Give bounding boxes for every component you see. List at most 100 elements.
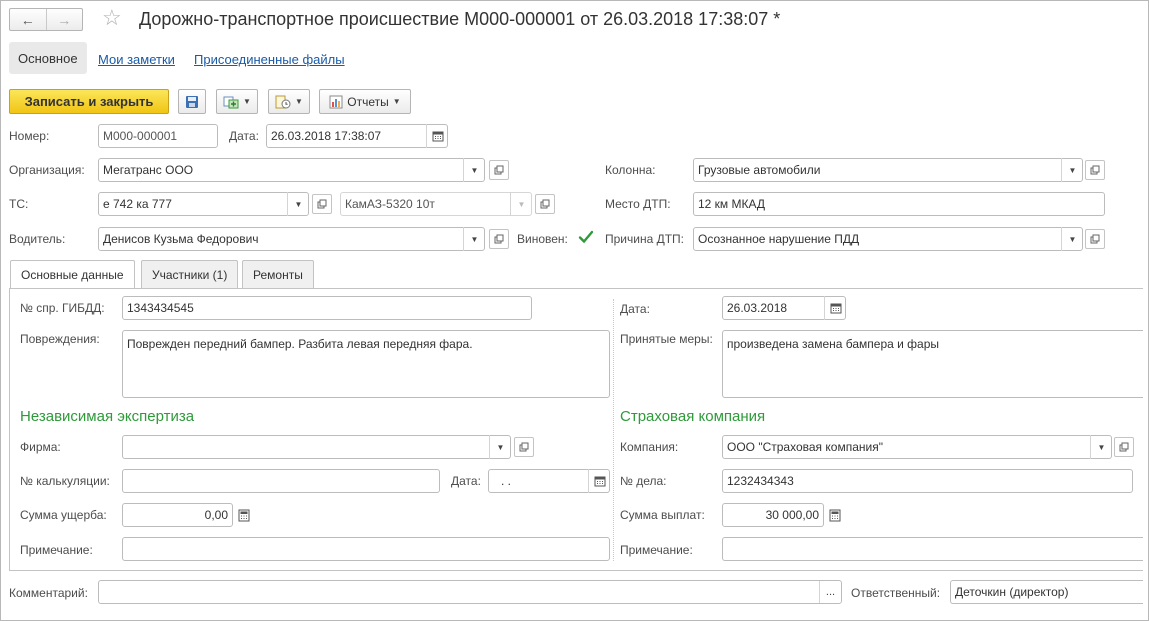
calc-number-field[interactable]: [122, 469, 440, 493]
number-field[interactable]: М000-000001: [98, 124, 218, 148]
date-field[interactable]: 26.03.2018 17:38:07: [266, 124, 448, 148]
chevron-down-icon[interactable]: ▼: [463, 158, 485, 182]
comment-field[interactable]: [98, 580, 842, 604]
damage-textarea[interactable]: Поврежден передний бампер. Разбита левая…: [122, 330, 610, 398]
open-link-icon[interactable]: [1114, 437, 1134, 457]
driver-label: Водитель:: [9, 232, 66, 246]
calculator-icon[interactable]: [826, 506, 844, 524]
open-link-icon[interactable]: [535, 194, 555, 214]
driver-field[interactable]: Денисов Кузьма Федорович: [98, 227, 485, 251]
payout-field[interactable]: 30 000,00: [722, 503, 824, 527]
tab-participants[interactable]: Участники (1): [141, 260, 239, 288]
gibdd-field[interactable]: 1343434545: [122, 296, 532, 320]
payout-value: 30 000,00: [765, 508, 819, 522]
report-chart-icon: [329, 95, 343, 108]
firm-label: Фирма:: [20, 440, 61, 454]
date-value: 26.03.2018 17:38:07: [271, 129, 382, 143]
accident-place-field[interactable]: 12 км МКАД: [693, 192, 1105, 216]
forward-arrow-icon[interactable]: →: [45, 9, 83, 30]
open-link-icon[interactable]: [514, 437, 534, 457]
measures-textarea[interactable]: произведена замена бампера и фары: [722, 330, 1143, 398]
right-date-value: 26.03.2018: [727, 301, 788, 315]
comment-label: Комментарий:: [9, 586, 88, 600]
nav-buttons: ← →: [9, 8, 83, 31]
case-number-label: № дела:: [620, 474, 667, 488]
reports-label: Отчеты: [347, 94, 389, 109]
driver-value: Денисов Кузьма Федорович: [103, 232, 259, 246]
history-button[interactable]: ▼: [268, 89, 310, 114]
chevron-down-icon[interactable]: ▼: [1061, 158, 1083, 182]
right-date-label: Дата:: [620, 302, 650, 316]
organization-label: Организация:: [9, 163, 85, 177]
vehicle-field[interactable]: е 742 ка 777: [98, 192, 309, 216]
measures-label: Принятые меры:: [620, 332, 713, 346]
insurance-note-field[interactable]: [722, 537, 1143, 561]
insurance-section-title: Страховая компания: [620, 408, 766, 425]
calendar-icon[interactable]: [824, 296, 846, 320]
insurance-company-value: ООО "Страховая компания": [727, 440, 883, 454]
chevron-down-icon[interactable]: ▼: [463, 227, 485, 251]
guilty-checkbox[interactable]: [578, 229, 594, 245]
floppy-disk-icon: [186, 95, 198, 108]
payout-label: Сумма выплат:: [620, 508, 705, 522]
chevron-down-icon: ▼: [243, 97, 251, 106]
date-label: Дата:: [229, 129, 259, 143]
calendar-icon[interactable]: [588, 469, 610, 493]
expertise-note-field[interactable]: [122, 537, 610, 561]
calendar-icon[interactable]: [426, 124, 448, 148]
create-based-on-icon: [223, 96, 239, 108]
accident-reason-label: Причина ДТП:: [605, 232, 685, 246]
column-field[interactable]: Грузовые автомобили: [693, 158, 1083, 182]
tab-main-data[interactable]: Основные данные: [10, 260, 135, 289]
chevron-down-icon[interactable]: ▼: [489, 435, 511, 459]
insurance-note-label: Примечание:: [620, 543, 693, 557]
create-based-on-button[interactable]: ▼: [216, 89, 258, 114]
column-value: Грузовые автомобили: [698, 163, 821, 177]
back-arrow-icon[interactable]: ←: [10, 9, 46, 30]
open-link-icon[interactable]: [1085, 229, 1105, 249]
accident-reason-value: Осознанное нарушение ПДД: [698, 232, 860, 246]
chevron-down-icon: ▼: [295, 97, 303, 106]
tab-repairs[interactable]: Ремонты: [242, 260, 314, 288]
document-clock-icon: [275, 95, 291, 108]
firm-field[interactable]: [122, 435, 511, 459]
accident-place-label: Место ДТП:: [605, 197, 671, 211]
calculator-icon[interactable]: [235, 506, 253, 524]
open-link-icon[interactable]: [489, 229, 509, 249]
chevron-down-icon[interactable]: ▼: [287, 192, 309, 216]
comment-edit-button[interactable]: ...: [819, 581, 841, 603]
vehicle-label: ТС:: [9, 197, 29, 211]
open-link-icon[interactable]: [312, 194, 332, 214]
responsible-value: Деточкин (директор): [955, 585, 1069, 599]
save-button[interactable]: [178, 89, 206, 114]
open-link-icon[interactable]: [489, 160, 509, 180]
save-and-close-button[interactable]: Записать и закрыть: [9, 89, 169, 114]
insurance-company-field[interactable]: ООО "Страховая компания": [722, 435, 1112, 459]
accident-reason-field[interactable]: Осознанное нарушение ПДД: [693, 227, 1083, 251]
chevron-down-icon[interactable]: ▼: [1090, 435, 1112, 459]
gibdd-value: 1343434545: [127, 301, 194, 315]
chevron-down-icon[interactable]: ▼: [1061, 227, 1083, 251]
gibdd-label: № спр. ГИБДД:: [20, 301, 105, 315]
damage-value: Поврежден передний бампер. Разбита левая…: [127, 337, 473, 351]
damage-sum-value: 0,00: [204, 508, 228, 522]
column-label: Колонна:: [605, 163, 656, 177]
tab-attached-files[interactable]: Присоединенные файлы: [194, 52, 345, 67]
organization-field[interactable]: Мегатранс ООО: [98, 158, 485, 182]
responsible-label: Ответственный:: [851, 586, 941, 600]
case-number-field[interactable]: 1232434343: [722, 469, 1133, 493]
favorite-star-icon[interactable]: ☆: [102, 6, 122, 30]
page-title: Дорожно-транспортное происшествие М000-0…: [139, 9, 781, 29]
chevron-down-icon[interactable]: ▼: [510, 192, 532, 216]
case-number-value: 1232434343: [727, 474, 794, 488]
open-link-icon[interactable]: [1085, 160, 1105, 180]
reports-button[interactable]: Отчеты ▼: [319, 89, 411, 114]
insurance-company-label: Компания:: [620, 440, 679, 454]
damage-sum-field[interactable]: 0,00: [122, 503, 233, 527]
responsible-field[interactable]: Деточкин (директор): [950, 580, 1143, 604]
vehicle-model-value: КамАЗ-5320 10т: [345, 197, 435, 211]
tab-main[interactable]: Основное: [9, 42, 87, 74]
tab-my-notes[interactable]: Мои заметки: [98, 52, 175, 67]
damage-sum-label: Сумма ущерба:: [20, 508, 107, 522]
vehicle-model-field[interactable]: КамАЗ-5320 10т: [340, 192, 532, 216]
